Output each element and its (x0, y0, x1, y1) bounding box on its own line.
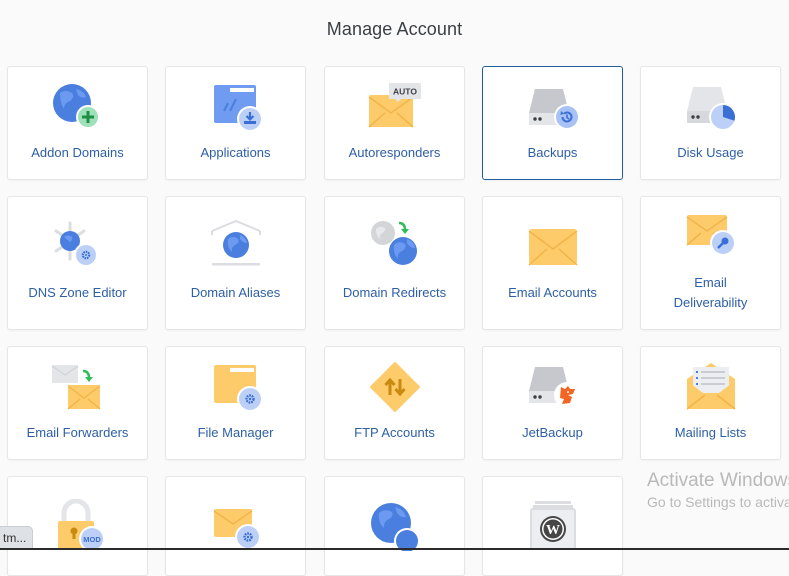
tile-label: Email Forwarders (26, 425, 129, 440)
tile-domain-aliases[interactable]: Domain Aliases (165, 196, 306, 330)
tile-applications[interactable]: Applications (165, 66, 306, 180)
mod-badge-text: MOD (83, 535, 101, 544)
tile-email-forwarders[interactable]: Email Forwarders (7, 346, 148, 460)
tile-envelope-gear[interactable] (165, 476, 306, 576)
tile-label: JetBackup (522, 425, 583, 440)
tile-label: Applications (200, 145, 271, 160)
tile-label: DNS Zone Editor (28, 285, 127, 300)
globe-plus-icon (52, 84, 100, 129)
globe-house-icon (210, 219, 261, 266)
tile-label: Disk Usage (677, 145, 744, 160)
windows-activation-watermark: Activate Windows Go to Settings to activ… (647, 470, 789, 510)
tile-mailing-lists[interactable]: Mailing Lists (640, 346, 781, 460)
tile-file-manager[interactable]: File Manager (165, 346, 306, 460)
tile-ftp-accounts[interactable]: FTP Accounts (324, 346, 465, 460)
tile-backups[interactable]: Backups (482, 66, 623, 180)
watermark-title: Activate Windows (647, 470, 789, 491)
tile-label: Email Accounts (508, 285, 597, 300)
tile-label: File Manager (197, 425, 274, 440)
tile-addon-domains[interactable]: Addon Domains (7, 66, 148, 180)
tile-label-line-1: Email (694, 275, 727, 290)
ftp-diamond-arrows-icon (369, 362, 420, 412)
watermark-subtitle: Go to Settings to activate Windows. (647, 494, 789, 510)
tile-email-accounts[interactable]: Email Accounts (482, 196, 623, 330)
tile-globe-globe[interactable] (324, 476, 465, 576)
globe-redirect-icon (370, 221, 417, 265)
dns-globe-gear-icon (54, 221, 98, 267)
tile-email-deliverability[interactable]: Email Deliverability (640, 196, 781, 330)
auto-badge-text: AUTO (393, 87, 417, 97)
folder-gear-icon (213, 365, 263, 412)
tile-domain-redirects[interactable]: Domain Redirects (324, 196, 465, 330)
tile-jetbackup[interactable]: JetBackup (482, 346, 623, 460)
drive-pie-icon (686, 87, 737, 131)
drive-jetbackup-icon (528, 367, 580, 408)
tile-dns-zone-editor[interactable]: DNS Zone Editor (7, 196, 148, 330)
envelope-gear-icon (213, 509, 261, 550)
tile-label: Domain Aliases (190, 285, 281, 300)
envelope-list-icon (686, 363, 735, 410)
app-folder-download-icon (213, 85, 263, 132)
drive-restore-icon (528, 89, 580, 130)
tile-wordpress[interactable]: W (482, 476, 623, 576)
tile-label-line-2: Deliverability (673, 295, 748, 310)
tile-label: Mailing Lists (674, 425, 747, 440)
status-tooltip: tm... (0, 526, 34, 550)
tile-label: Domain Redirects (342, 285, 447, 300)
globe-globe-icon (370, 503, 420, 551)
tile-autoresponders[interactable]: AUTO Autoresponders (324, 66, 465, 180)
tools-grid: Addon Domains Applications AUTO Autoresp… (0, 0, 789, 576)
tile-label: FTP Accounts (354, 425, 435, 440)
tile-label: Addon Domains (31, 145, 124, 160)
lock-mod-icon: MOD (57, 499, 105, 551)
tile-label: Backups (527, 145, 578, 160)
tile-label: Autoresponders (348, 145, 441, 160)
envelope-icon (528, 229, 577, 266)
envelope-auto-icon: AUTO (368, 83, 421, 128)
tile-disk-usage[interactable]: Disk Usage (640, 66, 781, 180)
svg-text:W: W (546, 523, 560, 538)
envelope-forward-icon (51, 365, 100, 410)
envelope-key-icon (686, 215, 736, 256)
wordpress-icon: W (529, 501, 576, 550)
